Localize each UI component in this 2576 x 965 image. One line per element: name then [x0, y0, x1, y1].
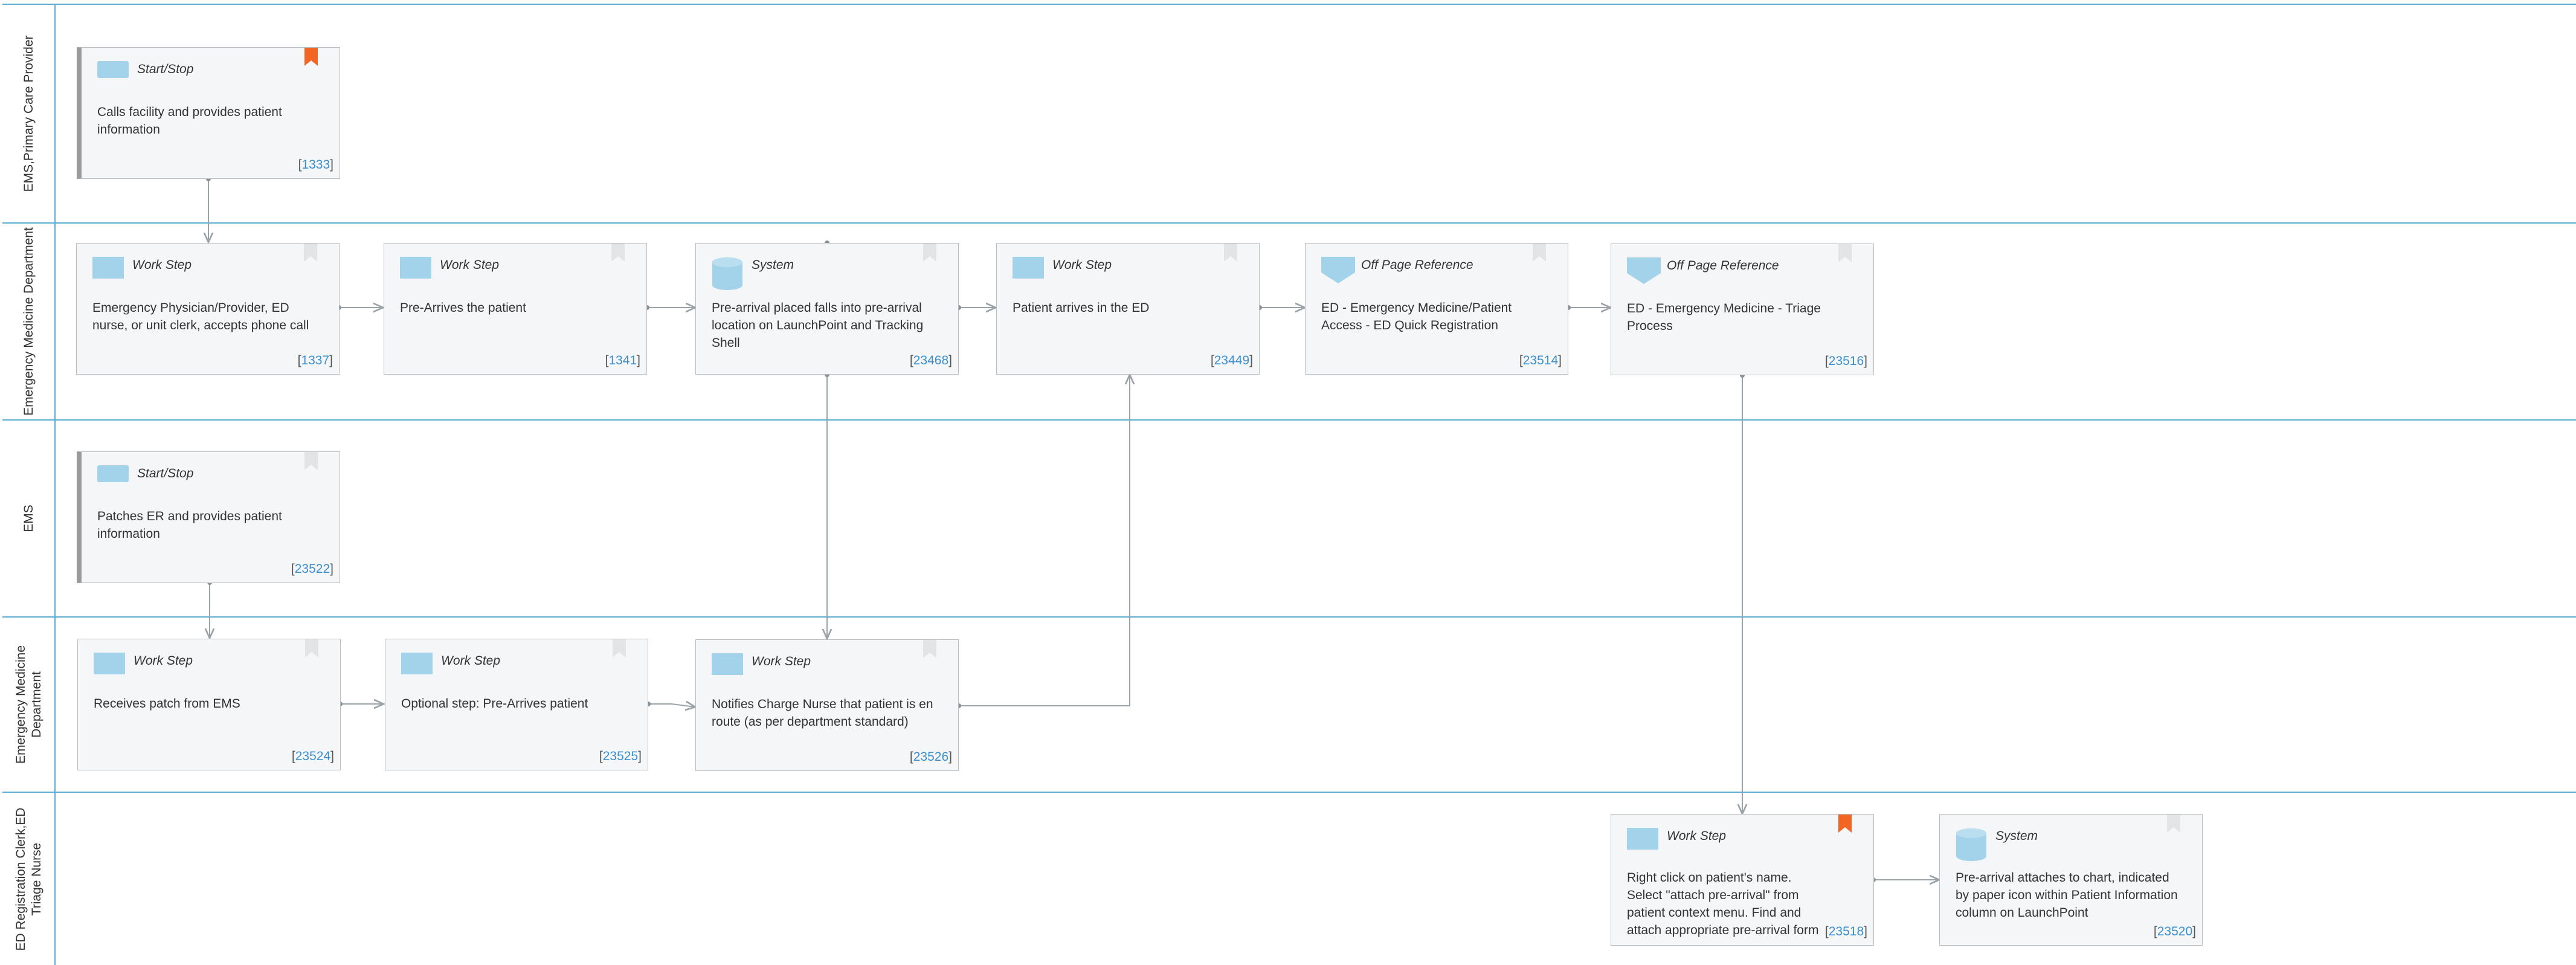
step-reference-id[interactable]: 23522	[295, 562, 330, 576]
step-reference-id[interactable]: 23518	[1829, 925, 1864, 938]
step-type-label: Off Page Reference	[1667, 259, 1779, 273]
step-reference-id[interactable]: 23468	[913, 353, 948, 367]
step-type-label: Start/Stop	[137, 466, 194, 480]
step-reference-id[interactable]: 23449	[1214, 353, 1249, 367]
process-step-23516[interactable]: Off Page Reference ED - Emergency Medici…	[1611, 244, 1874, 375]
step-reference-link[interactable]: [23520]	[2154, 925, 2196, 939]
step-type-label: Work Step	[752, 654, 811, 668]
step-description: Pre-Arrives the patient	[400, 301, 526, 315]
step-reference-link[interactable]: [1337]	[298, 353, 333, 368]
work-step-icon	[94, 653, 125, 677]
step-reference-link[interactable]: [23522]	[291, 562, 333, 576]
work-step-icon	[712, 653, 743, 678]
bookmark-icon[interactable]	[923, 244, 936, 265]
step-description: Calls facility and provides patient info…	[97, 105, 282, 137]
off-page-reference-icon	[1627, 257, 1661, 287]
step-reference-link[interactable]: [23518]	[1825, 925, 1867, 939]
bookmark-icon[interactable]	[305, 639, 318, 660]
process-diagram-canvas: EMS,Primary Care Provider Emergency Medi…	[0, 0, 2576, 965]
off-page-reference-icon	[1321, 257, 1355, 286]
step-type-label: Work Step	[1667, 829, 1727, 843]
step-type-label: Work Step	[441, 654, 501, 668]
step-reference-link[interactable]: [1341]	[605, 353, 640, 368]
step-reference-id[interactable]: 1341	[608, 353, 637, 367]
process-step-1341[interactable]: Work Step Pre-Arrives the patient [1341]	[384, 243, 647, 375]
step-type-label: Work Step	[132, 258, 192, 272]
connector-23526-23449	[959, 375, 1130, 706]
step-description: Emergency Physician/Provider, ED nurse, …	[92, 301, 309, 332]
step-reference-link[interactable]: [23449]	[1211, 353, 1253, 368]
bookmark-icon[interactable]	[611, 244, 625, 265]
step-type-label: Work Step	[440, 258, 500, 272]
bookmark-icon[interactable]	[1533, 244, 1546, 265]
step-reference-id[interactable]: 23514	[1523, 353, 1558, 367]
step-type-label: System	[1995, 829, 2038, 843]
step-type-label: Start/Stop	[137, 62, 194, 76]
step-description: Right click on patient's name. Select "a…	[1627, 871, 1819, 937]
step-reference-link[interactable]: [23524]	[292, 749, 334, 764]
step-description: Receives patch from EMS	[94, 697, 240, 711]
bookmark-icon[interactable]	[1838, 244, 1852, 265]
step-description: Pre-arrival attaches to chart, indicated…	[1956, 871, 2178, 920]
step-type-label: Work Step	[134, 654, 193, 668]
step-reference-id[interactable]: 23524	[295, 749, 330, 763]
work-step-icon	[400, 257, 431, 282]
bookmark-icon[interactable]	[2167, 815, 2180, 836]
work-step-icon	[1013, 257, 1044, 282]
start-stop-icon	[97, 61, 129, 81]
step-reference-id[interactable]: 23520	[2157, 925, 2192, 938]
step-description: Patient arrives in the ED	[1013, 301, 1150, 315]
bookmark-icon[interactable]	[923, 640, 936, 661]
step-reference-id[interactable]: 23516	[1829, 354, 1864, 368]
database-icon	[712, 257, 743, 294]
work-step-icon	[401, 653, 433, 677]
process-step-1337[interactable]: Work Step Emergency Physician/Provider, …	[76, 243, 340, 375]
step-reference-link[interactable]: [23525]	[599, 749, 642, 764]
step-description: Patches ER and provides patient informat…	[97, 509, 282, 541]
bookmark-icon[interactable]	[304, 244, 317, 265]
bookmark-icon[interactable]	[304, 452, 318, 473]
connector-23525-23526	[648, 704, 695, 707]
step-type-label: Work Step	[1052, 258, 1112, 272]
step-type-label: Off Page Reference	[1361, 258, 1473, 272]
step-reference-link[interactable]: [1333]	[298, 158, 333, 172]
step-reference-id[interactable]: 23525	[603, 749, 638, 763]
start-stop-icon	[97, 465, 129, 485]
bookmark-icon[interactable]	[613, 639, 626, 660]
process-step-1333[interactable]: Start/Stop Calls facility and provides p…	[77, 47, 340, 179]
step-reference-link[interactable]: [23514]	[1519, 353, 1562, 368]
process-step-23449[interactable]: Work Step Patient arrives in the ED [234…	[996, 243, 1260, 375]
process-step-23514[interactable]: Off Page Reference ED - Emergency Medici…	[1305, 243, 1568, 375]
bookmark-icon[interactable]	[304, 48, 318, 69]
step-reference-id[interactable]: 23526	[913, 750, 948, 764]
step-reference-link[interactable]: [23526]	[910, 750, 952, 764]
process-step-23522[interactable]: Start/Stop Patches ER and provides patie…	[77, 451, 340, 583]
process-step-23524[interactable]: Work Step Receives patch from EMS [23524…	[77, 639, 341, 770]
work-step-icon	[1627, 828, 1658, 853]
step-reference-link[interactable]: [23516]	[1825, 354, 1867, 369]
work-step-icon	[92, 257, 124, 282]
process-step-23520[interactable]: System Pre-arrival attaches to chart, in…	[1939, 814, 2203, 946]
step-description: Optional step: Pre-Arrives patient	[401, 697, 588, 711]
step-description: Notifies Charge Nurse that patient is en…	[712, 697, 933, 729]
step-type-label: System	[752, 258, 794, 272]
step-reference-link[interactable]: [23468]	[910, 353, 952, 368]
process-step-23468[interactable]: System Pre-arrival placed falls into pre…	[695, 243, 959, 375]
database-icon	[1956, 828, 1987, 865]
process-step-23525[interactable]: Work Step Optional step: Pre-Arrives pat…	[385, 639, 648, 770]
step-reference-id[interactable]: 1333	[301, 158, 330, 172]
step-description: ED - Emergency Medicine/Patient Access -…	[1321, 301, 1512, 332]
process-step-23518[interactable]: Work Step Right click on patient's name.…	[1611, 814, 1874, 946]
step-description: ED - Emergency Medicine - Triage Process	[1627, 302, 1821, 333]
bookmark-icon[interactable]	[1224, 244, 1237, 265]
process-step-23526[interactable]: Work Step Notifies Charge Nurse that pat…	[695, 639, 959, 771]
step-description: Pre-arrival placed falls into pre-arriva…	[712, 301, 924, 350]
step-reference-id[interactable]: 1337	[301, 353, 329, 367]
bookmark-icon[interactable]	[1838, 815, 1852, 836]
